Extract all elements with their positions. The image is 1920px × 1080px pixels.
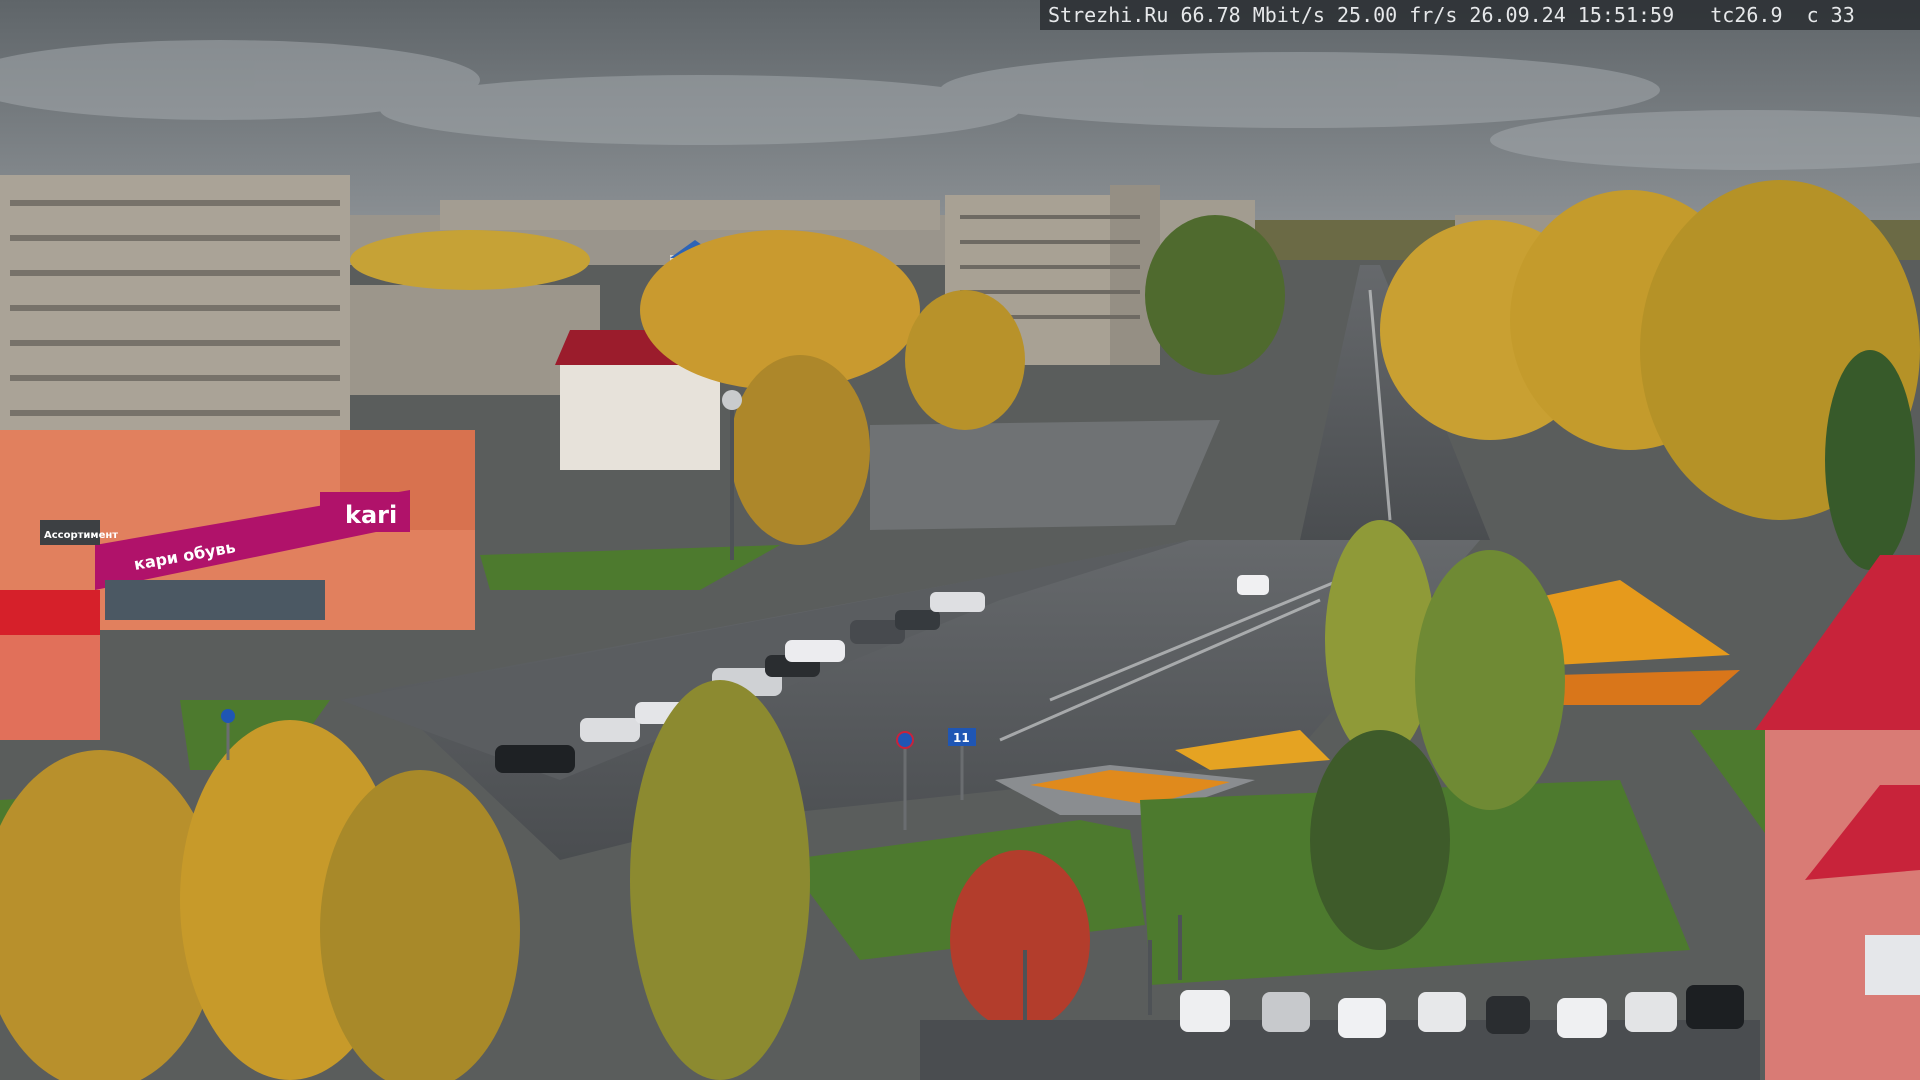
lamp-head: [722, 390, 742, 410]
road-sign-11-text: 11: [953, 731, 970, 745]
store-left-sign: Ассортимент: [44, 530, 118, 541]
webcam-scene: kari кари обувь Ассортимент 11: [0, 0, 1920, 1080]
store-logo: kari: [345, 501, 397, 529]
camera-osd-overlay: Strezhi.Ru 66.78 Mbit/s 25.00 fr/s 26.09…: [1040, 0, 1920, 30]
plaza: [870, 420, 1220, 530]
